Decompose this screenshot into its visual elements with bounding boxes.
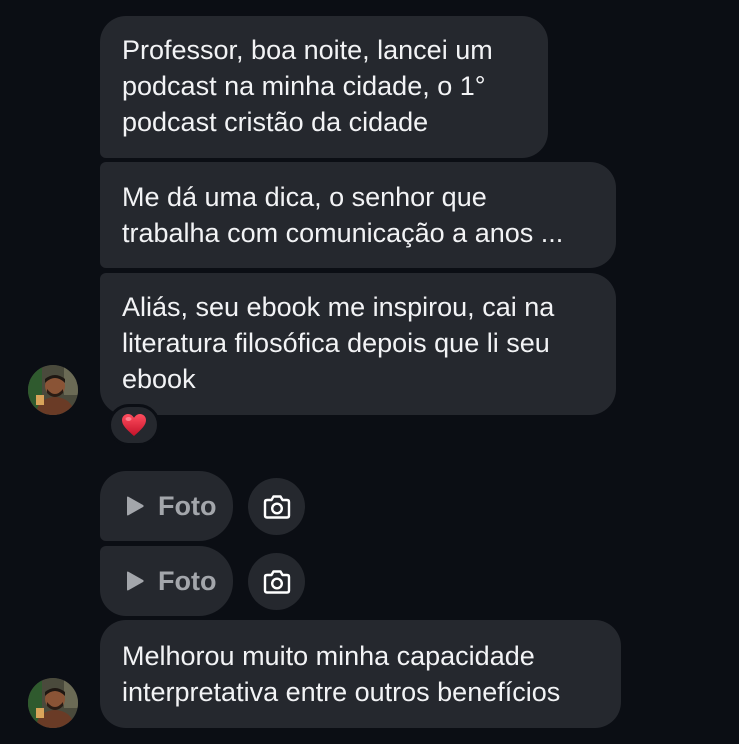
message-bubble[interactable]: Professor, boa noite, lancei um podcast … <box>100 16 548 158</box>
avatar[interactable] <box>28 365 78 415</box>
photo-message[interactable]: Foto <box>100 471 233 541</box>
avatar[interactable] <box>28 678 78 728</box>
message-bubble[interactable]: Me dá uma dica, o senhor que trabalha co… <box>100 162 616 268</box>
camera-button[interactable] <box>248 478 305 535</box>
heart-icon <box>122 414 146 436</box>
photo-message[interactable]: Foto <box>100 546 233 616</box>
photo-label: Foto <box>158 565 217 596</box>
message-bubble[interactable]: Aliás, seu ebook me inspirou, cai na lit… <box>100 273 616 415</box>
reaction-badge[interactable] <box>108 404 160 446</box>
camera-icon <box>263 569 290 594</box>
play-icon <box>127 496 144 516</box>
camera-icon <box>263 494 290 519</box>
camera-button[interactable] <box>248 553 305 610</box>
message-bubble[interactable]: Melhorou muito minha capacidade interpre… <box>100 620 621 728</box>
play-icon <box>127 571 144 591</box>
photo-label: Foto <box>158 490 217 521</box>
